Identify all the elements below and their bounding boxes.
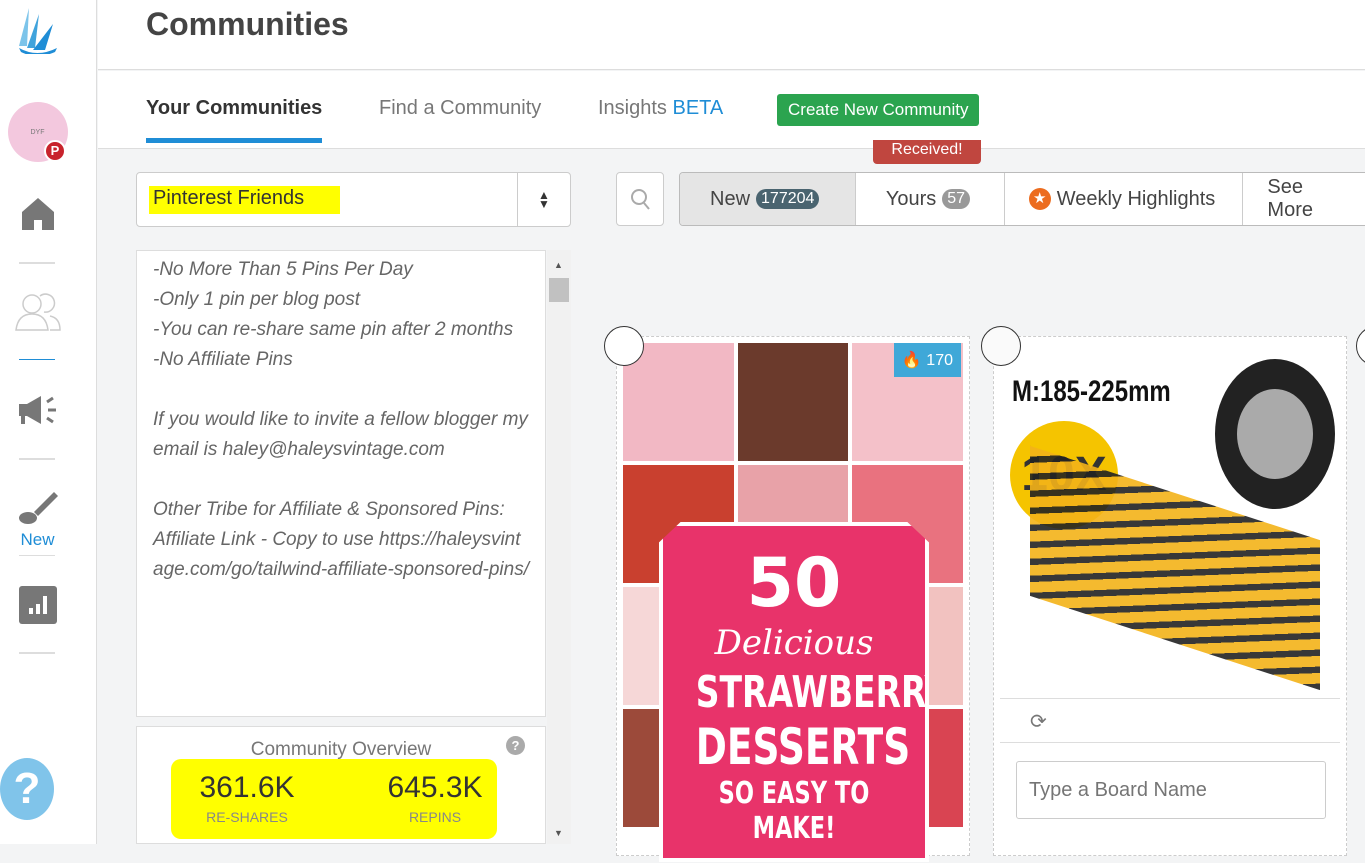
pinner-avatar[interactable] (604, 326, 644, 366)
new-label[interactable]: New (0, 530, 75, 550)
community-select[interactable]: Pinterest Friends ▲ ▼ (136, 172, 571, 227)
filter-see-more[interactable]: See More (1243, 173, 1365, 225)
filter-new[interactable]: New 177204 (680, 173, 856, 225)
pin-score: 170 (926, 352, 953, 369)
megaphone-icon[interactable] (0, 394, 75, 426)
chart-icon[interactable] (0, 586, 75, 624)
feed-filters: New 177204 Yours 57 ★ Weekly Highlights See… (679, 172, 1365, 226)
page-title: Communities (146, 6, 349, 42)
pin-image: M:185-225mm 10X (1000, 343, 1340, 698)
filter-weekly-highlights[interactable]: ★ Weekly Highlights (1005, 173, 1244, 225)
sort-arrows-icon: ▲ ▼ (517, 173, 570, 226)
pinner-avatar[interactable] (1356, 326, 1365, 366)
tab-your-communities[interactable]: Your Communities (146, 97, 323, 143)
rule-line: -No Affiliate Pins (153, 349, 293, 370)
pin-card[interactable]: M:185-225mm 10X ⟳ (993, 336, 1347, 856)
refresh-icon[interactable]: ⟳ (1030, 709, 1047, 734)
create-community-button[interactable]: Create New Community (777, 94, 980, 126)
pinner-avatar[interactable] (981, 326, 1021, 366)
tab-insights[interactable]: Insights BETA (598, 97, 723, 120)
tab-bar: Your Communities Find a Community Insigh… (98, 71, 1365, 149)
overview-title: Community Overview (250, 739, 432, 760)
rule-line: -You can re-share same pin after 2 month… (153, 319, 514, 340)
pin-text: DESSERTS (695, 718, 911, 776)
help-icon[interactable]: ? (506, 736, 525, 755)
reshares-label: RE-SHARES (206, 809, 288, 825)
new-count-badge: 177204 (756, 189, 820, 209)
board-name-input[interactable] (1016, 761, 1326, 819)
pin-text: STRAWBERRY (695, 667, 949, 718)
weekly-label: Weekly Highlights (1056, 187, 1216, 210)
insights-label: Insights (598, 97, 667, 119)
header: Communities (98, 0, 1365, 70)
search-button[interactable] (616, 172, 664, 226)
pin-text: M:185-225mm (1012, 375, 1171, 408)
pin-title-overlay: 50 Delicious STRAWBERRY DESSERTS SO EASY… (659, 522, 929, 862)
repins-value: 645.3K (387, 771, 483, 804)
tailwind-logo[interactable] (0, 6, 75, 54)
help-icon[interactable]: ? (0, 758, 54, 820)
brush-icon[interactable] (0, 488, 75, 526)
rule-line: -Only 1 pin per blog post (153, 289, 361, 310)
pin-text: 50 (746, 544, 842, 623)
search-icon (631, 189, 650, 210)
pin-score-badge: 🔥 170 (893, 343, 961, 377)
fire-icon: 🔥 (901, 352, 922, 369)
yours-count-badge: 57 (942, 189, 971, 209)
received-tooltip: Received! (873, 140, 981, 164)
community-overview: Community Overview ? 361.6K RE-SHARES 645… (136, 726, 546, 844)
account-avatar[interactable]: DYF P (0, 102, 75, 162)
filter-yours[interactable]: Yours 57 (856, 173, 1005, 225)
users-icon[interactable] (0, 292, 75, 332)
community-rules: -No More Than 5 Pins Per Day -Only 1 pin… (136, 250, 546, 717)
pin-card[interactable]: 50 Delicious STRAWBERRY DESSERTS SO EASY… (616, 336, 970, 862)
pinterest-icon: P (44, 140, 66, 162)
rule-line: Other Tribe for Affiliate & Sponsored Pi… (153, 499, 505, 520)
home-icon[interactable] (0, 196, 75, 232)
rule-line: If you would like to invite a fellow blo… (153, 409, 528, 460)
star-icon: ★ (1028, 188, 1051, 210)
beta-label: BETA (672, 97, 724, 119)
rule-line: Affiliate Link - Copy to use https://hal… (153, 529, 529, 580)
tab-find-community[interactable]: Find a Community (379, 97, 541, 120)
pin-text: SO EASY TO MAKE! (718, 776, 870, 846)
pin-text: Delicious (714, 623, 874, 663)
filter-yours-label: Yours (885, 187, 937, 210)
filter-new-label: New (710, 187, 751, 210)
sidebar: DYF P New ? (0, 0, 97, 844)
repins-label: REPINS (408, 809, 462, 825)
rules-scrollbar[interactable]: ▲ ▼ (547, 250, 571, 844)
pin-actions: ⟳ (1000, 698, 1340, 743)
community-select-value: Pinterest Friends (149, 186, 341, 214)
reshares-value: 361.6K (199, 771, 295, 804)
rule-line: -No More Than 5 Pins Per Day (153, 259, 413, 280)
